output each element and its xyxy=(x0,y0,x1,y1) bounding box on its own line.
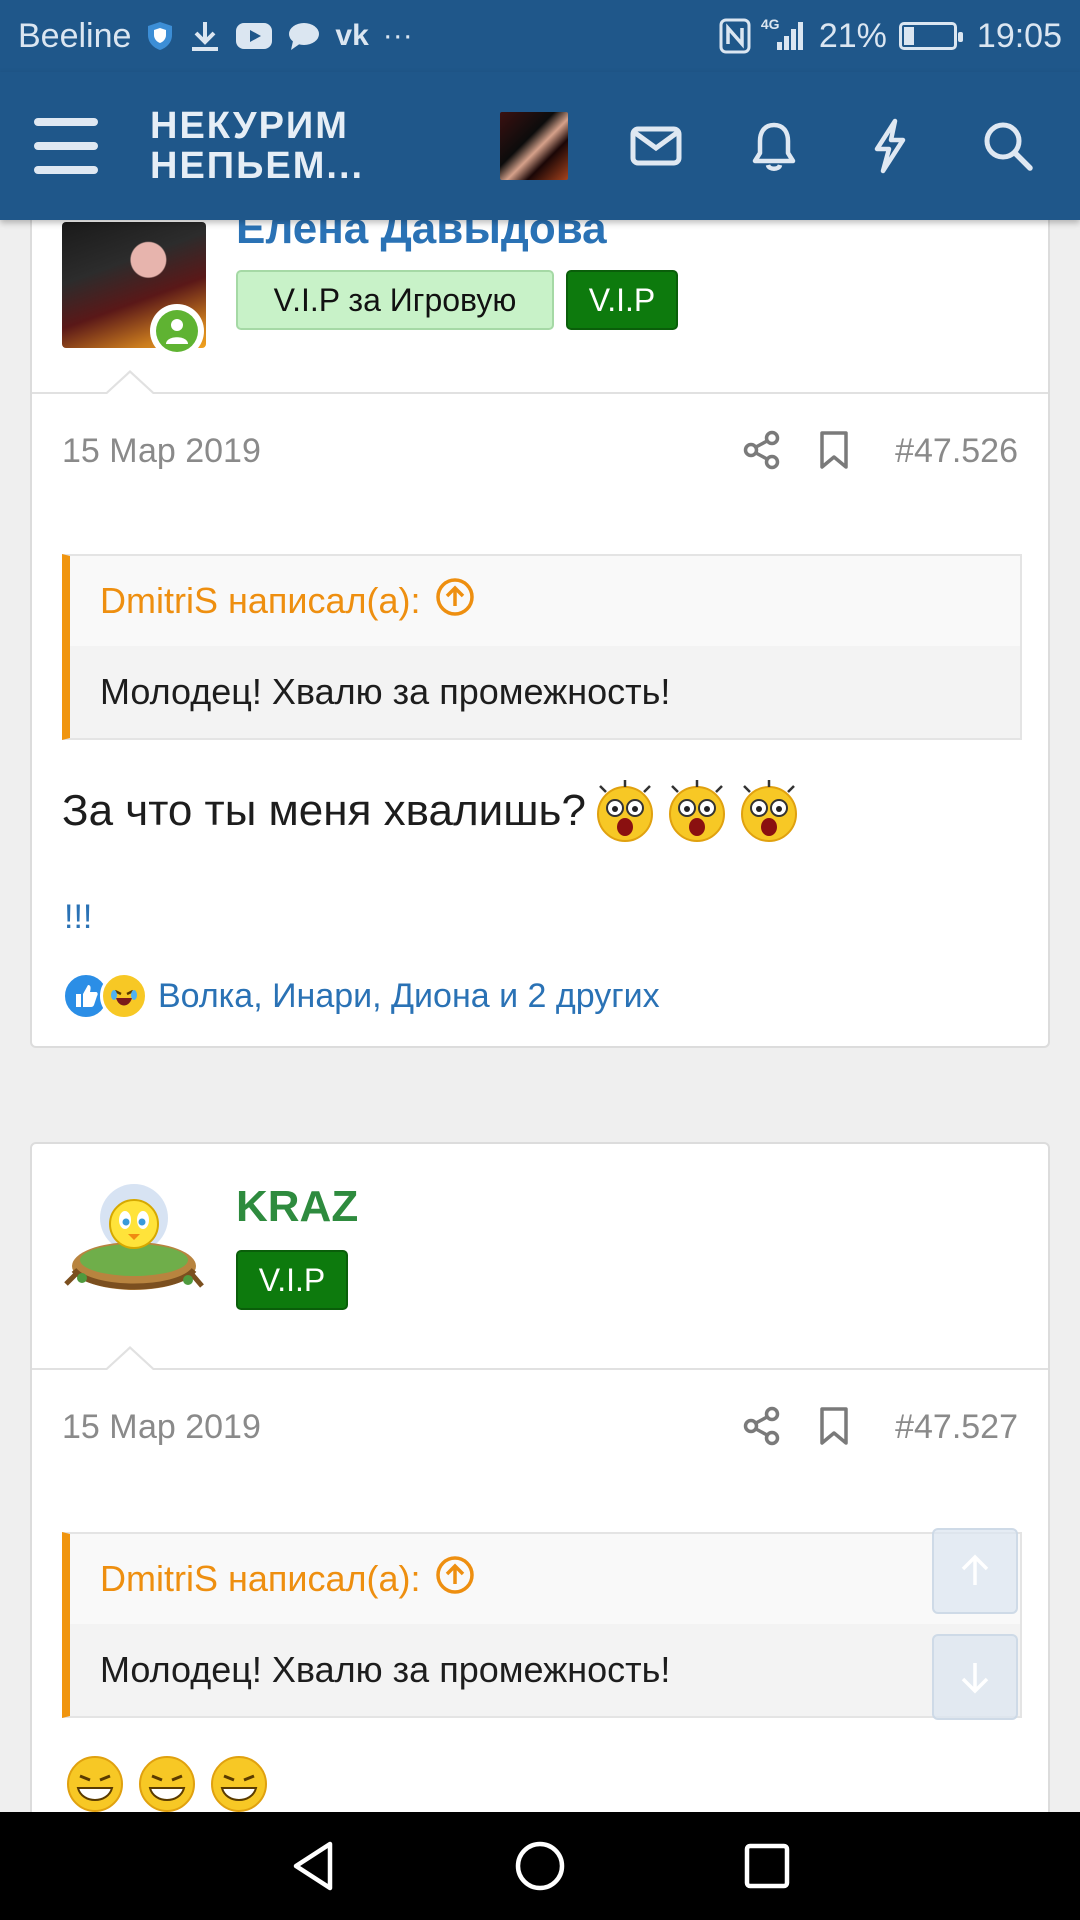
home-circle-icon xyxy=(515,1841,565,1891)
menu-button[interactable] xyxy=(34,118,98,174)
site-title[interactable]: НЕКУРИМ НЕПЬЕМ... xyxy=(150,106,380,186)
clock: 19:05 xyxy=(976,16,1062,55)
arrow-down-icon xyxy=(961,1663,989,1694)
post-card: Елена Давыдова V.I.P за Игровую V.I.P 15… xyxy=(30,220,1050,1048)
post-text: За что ты меня хвалишь? xyxy=(62,786,586,835)
post-user-area: KRAZ V.I.P xyxy=(32,1144,1048,1371)
online-status-icon xyxy=(150,304,204,358)
app-header: НЕКУРИМ НЕПЬЕМ... xyxy=(0,72,1080,220)
post-card: KRAZ V.I.P 15 Мар 2019 #47.527 DmitriS н… xyxy=(30,1142,1050,1812)
recents-square-icon xyxy=(744,1843,789,1889)
reactions-bar[interactable]: Волка, Инари, Диона и 2 других xyxy=(62,972,660,1020)
post-number-link[interactable]: #47.526 xyxy=(895,432,1018,471)
battery-icon xyxy=(898,22,963,50)
back-button[interactable] xyxy=(283,1836,343,1896)
post-meta: 15 Мар 2019 #47.526 xyxy=(32,394,1048,504)
quote-author[interactable]: DmitriS написал(а): xyxy=(100,580,421,622)
author-name[interactable]: KRAZ xyxy=(236,1182,358,1232)
quote-text: Молодец! Хвалю за промежность! xyxy=(70,1624,1020,1716)
bookmark-icon[interactable] xyxy=(816,1406,852,1446)
author-avatar[interactable] xyxy=(62,1174,206,1304)
nfc-icon xyxy=(719,18,751,54)
scroll-down-button[interactable] xyxy=(932,1634,1018,1720)
laughing-emoji-icon xyxy=(206,1748,272,1812)
post-body xyxy=(62,1748,272,1812)
youtube-icon xyxy=(235,22,273,50)
thread-content[interactable]: Елена Давыдова V.I.P за Игровую V.I.P 15… xyxy=(0,220,1080,1812)
post-date[interactable]: 15 Мар 2019 xyxy=(62,1408,261,1447)
bell-icon[interactable] xyxy=(744,116,804,176)
quote-text: Молодец! Хвалю за промежность! xyxy=(70,646,1020,738)
mail-icon[interactable] xyxy=(626,116,686,176)
signal-icon: 4G xyxy=(761,16,807,52)
laughing-emoji-icon xyxy=(62,1748,128,1812)
post-date[interactable]: 15 Мар 2019 xyxy=(62,432,261,471)
shield-icon xyxy=(145,20,175,52)
vk-icon: vk xyxy=(335,19,369,52)
post-extra-text: !!! xyxy=(64,898,93,936)
laugh-icon xyxy=(100,972,148,1020)
download-icon xyxy=(189,19,221,53)
quote-author[interactable]: DmitriS написал(а): xyxy=(100,1558,421,1600)
network-type-label: 4G xyxy=(760,16,780,32)
lightning-icon[interactable] xyxy=(860,116,920,176)
home-button[interactable] xyxy=(510,1836,570,1896)
quote-header[interactable]: DmitriS написал(а): xyxy=(70,1534,1020,1624)
share-icon[interactable] xyxy=(742,430,782,470)
user-badge: V.I.P xyxy=(566,270,678,330)
quote-header[interactable]: DmitriS написал(а): xyxy=(70,556,1020,646)
arrow-up-circle-icon[interactable] xyxy=(435,577,475,626)
scroll-up-button[interactable] xyxy=(932,1528,1018,1614)
carrier-label: Beeline xyxy=(18,16,132,55)
user-badge: V.I.P за Игровую xyxy=(236,270,554,330)
more-notifications-icon: ··· xyxy=(382,19,413,52)
status-bar: Beeline vk ··· 4G 21% 19:05 xyxy=(0,0,1080,72)
shocked-emoji-icon xyxy=(664,778,730,844)
shocked-emoji-icon xyxy=(592,778,658,844)
battery-percent: 21% xyxy=(818,16,887,55)
post-number-link[interactable]: #47.527 xyxy=(895,1408,1018,1447)
back-triangle-icon xyxy=(294,1841,333,1891)
menu-icon xyxy=(34,118,98,126)
author-name[interactable]: Елена Давыдова xyxy=(236,220,607,254)
arrow-up-circle-icon[interactable] xyxy=(435,1555,475,1604)
reactions-users[interactable]: Волка, Инари, Диона и 2 других xyxy=(158,977,660,1016)
search-icon[interactable] xyxy=(978,116,1038,176)
quote-block: DmitriS написал(а): Молодец! Хвалю за пр… xyxy=(62,554,1022,740)
chat-icon xyxy=(287,21,321,51)
share-icon[interactable] xyxy=(742,1406,782,1446)
post-body: За что ты меня хвалишь? xyxy=(62,778,802,844)
post-user-area: Елена Давыдова V.I.P за Игровую V.I.P xyxy=(32,220,1048,395)
system-nav-bar xyxy=(0,1812,1080,1920)
arrow-up-icon xyxy=(961,1554,989,1585)
post-meta: 15 Мар 2019 #47.527 xyxy=(32,1370,1048,1480)
shocked-emoji-icon xyxy=(736,778,802,844)
recents-button[interactable] xyxy=(737,1836,797,1896)
quote-block: DmitriS написал(а): Молодец! Хвалю за пр… xyxy=(62,1532,1022,1718)
user-badge: V.I.P xyxy=(236,1250,348,1310)
laughing-emoji-icon xyxy=(134,1748,200,1812)
bookmark-icon[interactable] xyxy=(816,430,852,470)
user-avatar[interactable] xyxy=(500,112,568,180)
